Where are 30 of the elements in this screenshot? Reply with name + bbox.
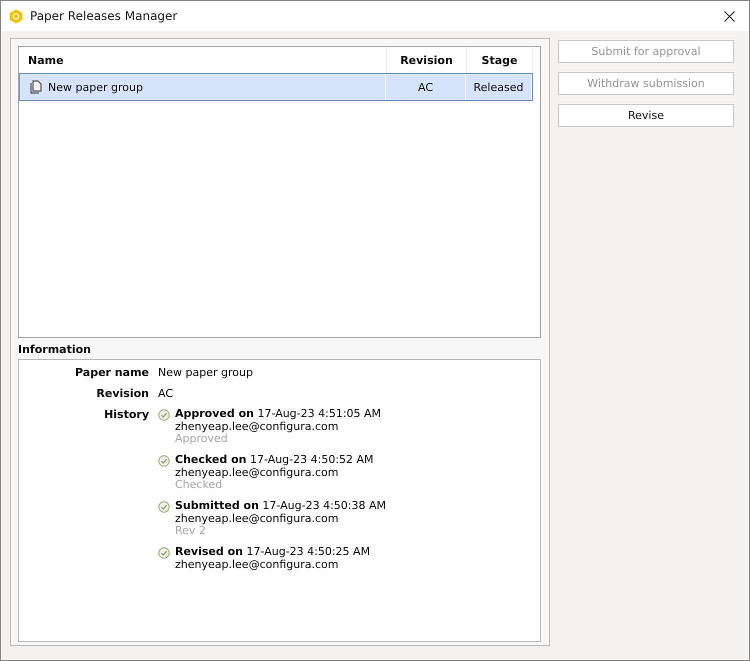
- table-cell: Released: [474, 80, 524, 94]
- window-title: Paper Releases Manager: [30, 9, 178, 23]
- history-title: Checked on 17-Aug-23 4:50:52 AM: [175, 454, 374, 467]
- field-label: Revision: [95, 387, 149, 400]
- history-note: Approved: [175, 433, 228, 445]
- field-value: AC: [158, 387, 174, 400]
- field-value: New paper group: [158, 366, 254, 379]
- history-title: Revised on 17-Aug-23 4:50:25 AM: [175, 546, 370, 559]
- history-user: zhenyeap.lee@configura.com: [175, 421, 340, 433]
- table-cell: New paper group: [48, 80, 143, 94]
- history-title: Approved on 17-Aug-23 4:51:05 AM: [175, 408, 382, 421]
- check-circle-icon: [158, 455, 170, 467]
- history-user: zhenyeap.lee@configura.com: [175, 467, 340, 479]
- field-label: Paper name: [74, 366, 149, 379]
- action-button[interactable]: Revise: [558, 104, 734, 127]
- document-icon: [29, 80, 43, 94]
- history-user: zhenyeap.lee@configura.com: [175, 559, 340, 571]
- check-circle-icon: [158, 501, 170, 513]
- section-heading: Information: [18, 343, 92, 356]
- history-title: Submitted on 17-Aug-23 4:50:38 AM: [175, 500, 386, 513]
- history-user: zhenyeap.lee@configura.com: [175, 513, 340, 525]
- check-circle-icon: [158, 547, 170, 559]
- history-note: Rev 2: [175, 525, 206, 537]
- check-circle-icon: [158, 409, 170, 421]
- close-icon[interactable]: [724, 10, 735, 22]
- table-row[interactable]: New paper group AC Released: [19, 73, 533, 101]
- history-note: Checked: [175, 479, 222, 491]
- app-logo-icon: [9, 8, 23, 24]
- table-cell: AC: [418, 80, 433, 94]
- field-label: History: [103, 408, 149, 423]
